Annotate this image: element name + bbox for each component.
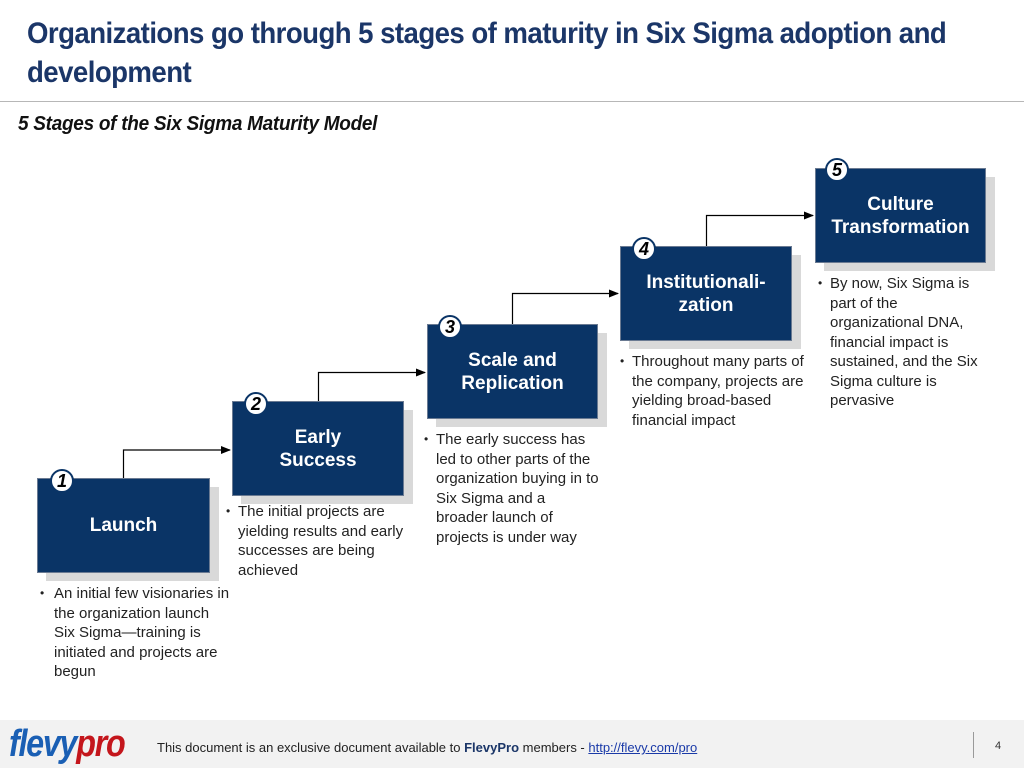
stage-number-badge: 5 xyxy=(825,158,849,182)
stage-number-badge: 4 xyxy=(632,237,656,261)
footer-note: This document is an exclusive document a… xyxy=(157,740,698,755)
bullet-icon: • xyxy=(620,354,625,368)
footer-divider xyxy=(973,732,974,758)
stage-label: Early Success xyxy=(279,426,357,471)
bullet-icon: • xyxy=(818,276,823,290)
stage-label: Culture Transformation xyxy=(831,193,970,238)
connector-3-4 xyxy=(511,289,619,324)
connector-1-2 xyxy=(122,446,231,478)
footer-brand: FlevyPro xyxy=(464,740,520,755)
page-number: 4 xyxy=(995,740,1002,752)
stage-box: Culture Transformation xyxy=(815,168,986,263)
stage-number-badge: 2 xyxy=(244,392,268,416)
stage-label: Launch xyxy=(89,515,158,536)
stage-number-badge: 3 xyxy=(438,315,462,339)
bullet-icon: • xyxy=(424,432,429,446)
connector-2-3 xyxy=(317,368,426,401)
bullet-icon: • xyxy=(40,586,45,600)
footer-link[interactable]: http://flevy.com/pro xyxy=(588,740,697,755)
bullet-icon: • xyxy=(226,504,231,518)
flevypro-logo: flevypro xyxy=(9,723,126,765)
stage-number-badge: 1 xyxy=(50,469,74,493)
stage-label: Institutionali-zation xyxy=(646,271,766,316)
stage-label: Scale and Replication xyxy=(461,349,564,394)
connector-4-5 xyxy=(705,211,814,246)
